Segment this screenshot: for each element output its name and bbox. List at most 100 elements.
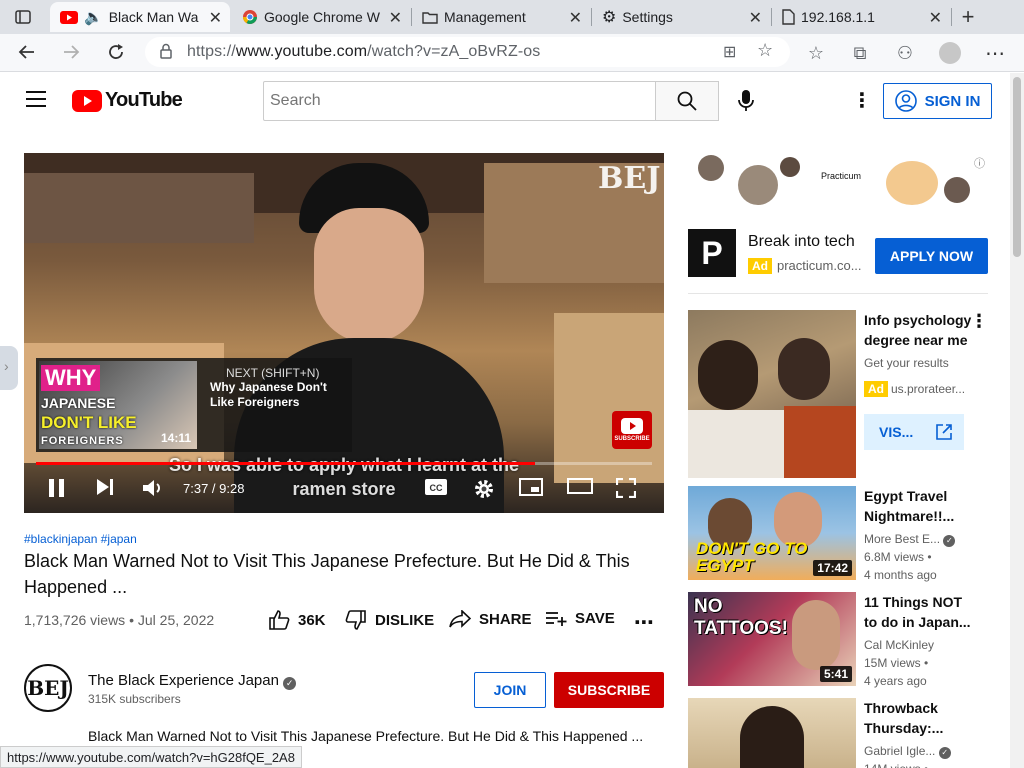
- tab-title: Settings: [622, 9, 673, 25]
- settings-gear-icon[interactable]: [473, 478, 495, 500]
- sidebar-toggle-icon[interactable]: [10, 4, 36, 30]
- close-tab-icon[interactable]: ✕: [389, 8, 402, 28]
- ad-title[interactable]: Break into tech: [748, 233, 855, 251]
- ad-banner-image[interactable]: Practicum ⓘ: [688, 153, 988, 205]
- recommendation-title[interactable]: 11 Things NOT to do in Japan...: [864, 592, 976, 632]
- recommendation-thumbnail[interactable]: [688, 698, 856, 768]
- recommendation-channel[interactable]: Cal McKinley: [864, 636, 934, 654]
- visit-site-button[interactable]: VIS...: [864, 414, 964, 450]
- scrollbar-thumb[interactable]: [1013, 77, 1021, 257]
- page-scrollbar[interactable]: [1010, 73, 1024, 768]
- recommendation-channel[interactable]: Gabriel Igle... ✓: [864, 742, 951, 760]
- next-video-icon[interactable]: [96, 478, 114, 496]
- tab-settings[interactable]: ⚙ Settings ✕: [592, 2, 770, 32]
- youtube-header: YouTube ⋮ SIGN IN: [0, 73, 1010, 129]
- lock-icon[interactable]: [159, 43, 173, 64]
- browser-menu-icon[interactable]: ⋯: [982, 40, 1008, 66]
- thumbs-up-icon: [269, 610, 290, 630]
- sign-in-button[interactable]: SIGN IN: [883, 83, 992, 119]
- tab-management[interactable]: Management ✕: [412, 2, 590, 32]
- closed-captions-icon[interactable]: CC: [424, 478, 448, 496]
- extensions-icon[interactable]: ⚇: [892, 40, 918, 66]
- speaker-icon[interactable]: 🔈: [84, 8, 103, 26]
- video-title: Black Man Warned Not to Visit This Japan…: [24, 551, 630, 597]
- chrome-favicon-icon: [243, 10, 257, 24]
- apps-icon[interactable]: ⊞: [723, 42, 736, 62]
- upload-date: Jul 25, 2022: [137, 612, 215, 628]
- subscribe-button[interactable]: SUBSCRIBE: [554, 672, 664, 708]
- verified-icon: ✓: [938, 747, 951, 759]
- recommendation-thumbnail[interactable]: NO TATTOOS! 5:41: [688, 592, 856, 686]
- recommendation-channel[interactable]: More Best E... ✓: [864, 530, 956, 548]
- share-button[interactable]: SHARE: [449, 610, 532, 628]
- microphone-icon[interactable]: [738, 90, 754, 117]
- pause-icon[interactable]: [48, 478, 66, 498]
- miniplayer-icon[interactable]: [519, 478, 543, 496]
- video-hashtags[interactable]: #blackinjapan #japan: [24, 532, 137, 546]
- search-input[interactable]: [263, 81, 656, 121]
- recommendation-title[interactable]: Egypt Travel Nightmare!!...: [864, 486, 976, 526]
- favorites-icon[interactable]: ☆: [803, 40, 829, 66]
- video-description[interactable]: Black Man Warned Not to Visit This Japan…: [88, 728, 643, 744]
- collections-icon[interactable]: ⧉: [847, 40, 873, 66]
- browser-toolbar: https://www.youtube.com/watch?v=zA_oBvRZ…: [0, 34, 1024, 72]
- dislike-button[interactable]: DISLIKE: [345, 610, 434, 630]
- tab-google-chrome[interactable]: Google Chrome W ✕: [232, 2, 410, 32]
- hamburger-menu-icon[interactable]: [26, 91, 46, 112]
- close-tab-icon[interactable]: ✕: [929, 8, 942, 28]
- visit-label: VIS...: [879, 424, 914, 440]
- search-button[interactable]: [655, 81, 719, 121]
- person-face: [314, 208, 424, 343]
- recommendation-title[interactable]: Throwback Thursday:...: [864, 698, 976, 738]
- close-tab-icon[interactable]: ✕: [209, 8, 222, 28]
- tab-title: Management: [444, 9, 526, 25]
- more-actions-icon[interactable]: ⋯: [634, 610, 654, 635]
- recommendation-thumbnail[interactable]: DON'T GO TO EGYPT 17:42: [688, 486, 856, 580]
- youtube-logo[interactable]: YouTube: [72, 89, 183, 112]
- profile-avatar-icon[interactable]: [937, 40, 963, 66]
- thumb-text: NO TATTOOS!: [694, 596, 788, 639]
- thumb-person: [740, 706, 804, 768]
- thumb-person: [792, 600, 840, 670]
- subscribe-badge[interactable]: SUBSCRIBE: [612, 411, 652, 449]
- thumbs-down-icon: [345, 610, 366, 630]
- video-player[interactable]: BEJ SUBSCRIBE WHY JAPANESE DON'T LIKE FO…: [24, 153, 664, 513]
- more-options-icon[interactable]: ⋮: [970, 311, 988, 332]
- folder-icon: [422, 12, 438, 24]
- settings-dots-icon[interactable]: ⋮: [852, 91, 872, 111]
- join-button[interactable]: JOIN: [474, 672, 546, 708]
- progress-bar[interactable]: [36, 462, 652, 465]
- back-arrow-icon[interactable]: [14, 39, 40, 65]
- forward-arrow-icon[interactable]: [58, 39, 84, 65]
- add-favorite-icon[interactable]: ☆: [757, 40, 773, 61]
- recommendation-thumbnail[interactable]: [688, 310, 856, 478]
- new-tab-icon[interactable]: +: [955, 4, 981, 30]
- channel-name[interactable]: The Black Experience Japan ✓: [88, 672, 297, 690]
- address-bar[interactable]: https://www.youtube.com/watch?v=zA_oBvRZ…: [145, 37, 790, 67]
- tab-title: Black Man Wa: [108, 9, 199, 25]
- save-button[interactable]: SAVE: [545, 610, 615, 627]
- fullscreen-icon[interactable]: [616, 478, 636, 498]
- ad-logo[interactable]: P: [688, 229, 736, 277]
- volume-icon[interactable]: [142, 478, 164, 498]
- tab-router[interactable]: 192.168.1.1 ✕: [772, 2, 950, 32]
- time-display: 7:37 / 9:28: [183, 481, 245, 496]
- channel-avatar[interactable]: BEJ: [24, 664, 72, 712]
- close-tab-icon[interactable]: ✕: [569, 8, 582, 28]
- play-logo-icon: [621, 418, 643, 434]
- close-tab-icon[interactable]: ✕: [749, 8, 762, 28]
- dislike-label: DISLIKE: [375, 611, 435, 629]
- next-video-card[interactable]: WHY JAPANESE DON'T LIKE FOREIGNERS 14:11…: [36, 358, 352, 452]
- side-panel-toggle[interactable]: ›: [0, 346, 18, 390]
- tab-youtube[interactable]: 🔈 Black Man Wa ✕: [50, 2, 230, 32]
- next-video-thumbnail[interactable]: WHY JAPANESE DON'T LIKE FOREIGNERS 14:11: [39, 361, 197, 449]
- apply-now-button[interactable]: APPLY NOW: [875, 238, 988, 274]
- ad-banner-person: [698, 155, 724, 181]
- like-button[interactable]: 36K: [268, 610, 326, 630]
- reload-icon[interactable]: [103, 39, 129, 65]
- ad-info-icon[interactable]: ⓘ: [974, 155, 985, 171]
- account-icon: [894, 90, 917, 112]
- recommendation-title[interactable]: Info psychology degree near me: [864, 310, 976, 350]
- theater-mode-icon[interactable]: [567, 478, 593, 494]
- ad-banner-person: [780, 157, 800, 177]
